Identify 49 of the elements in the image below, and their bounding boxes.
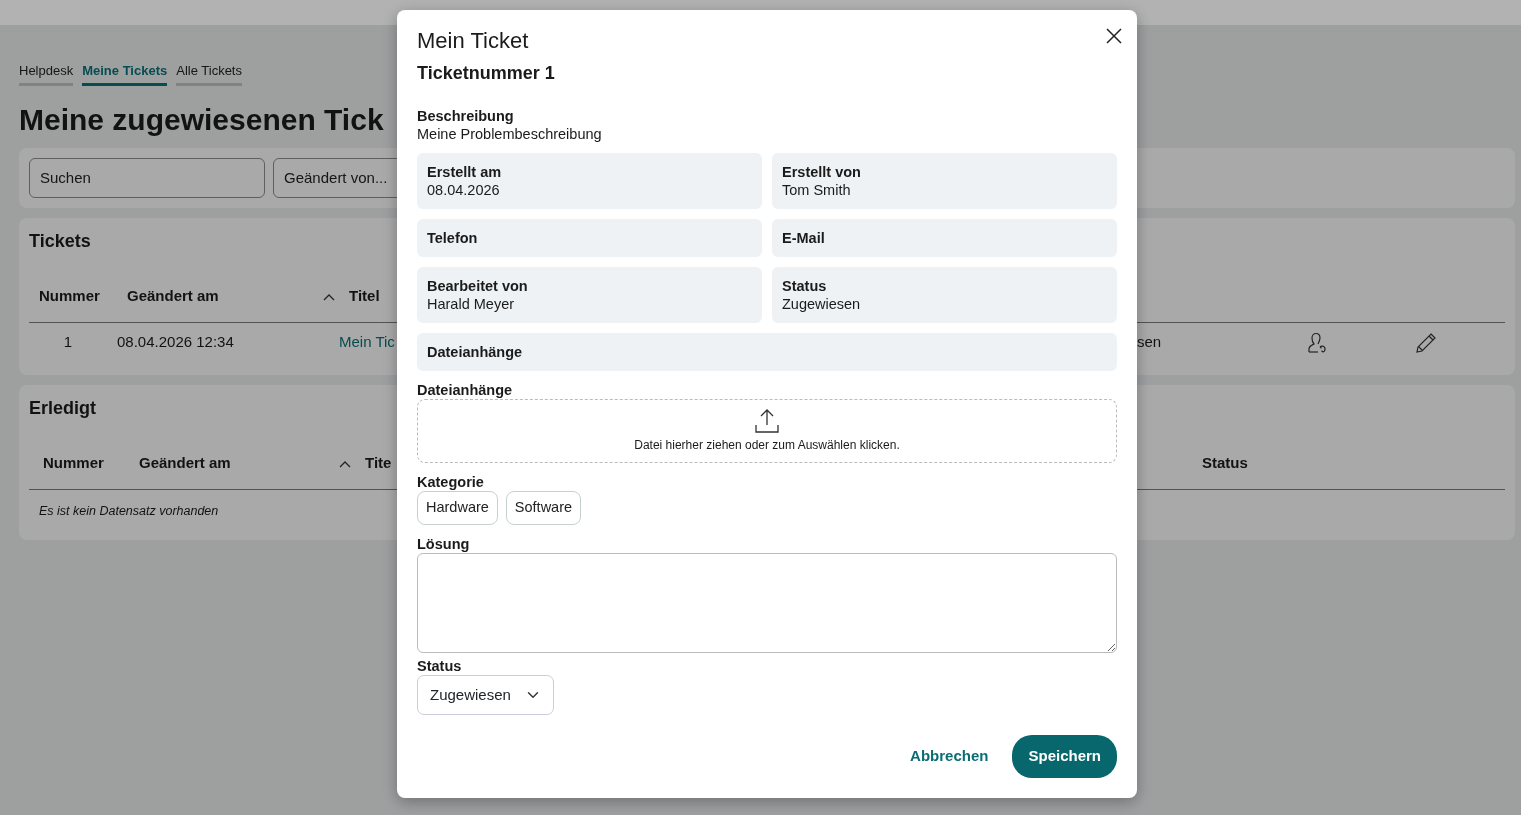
table-cell-text: 1 — [63, 332, 74, 353]
field-label: Dateianhänge — [427, 343, 524, 362]
pencil-icon — [1415, 332, 1437, 355]
nav-tab[interactable]: Helpdesk — [19, 61, 74, 86]
field-label: Lösung — [417, 535, 471, 554]
empty-message: Es ist kein Datensatz vorhanden — [38, 502, 220, 520]
field-value: Zugewiesen — [782, 295, 862, 314]
cancel-button[interactable]: Abbrechen — [904, 744, 995, 769]
save-button[interactable]: Speichern — [1012, 735, 1117, 778]
solution-field[interactable] — [417, 553, 1117, 654]
filter-field[interactable]: Suchen — [29, 157, 265, 198]
column-header[interactable]: Geändert am — [127, 284, 219, 308]
page-title: Meine zugewiesenen Tick — [19, 101, 384, 138]
column-header[interactable]: Nummer — [43, 451, 139, 475]
field-label: E-Mail — [782, 229, 826, 248]
field-value: Meine Problembeschreibung — [417, 125, 603, 144]
column-header[interactable]: Nummer — [39, 284, 127, 308]
field-label: Erstellt von — [782, 163, 862, 182]
status-select[interactable]: Zugewiesen — [417, 675, 554, 716]
field-label: Beschreibung — [417, 107, 515, 126]
category-chip[interactable]: Hardware — [417, 491, 498, 526]
field-value: 08.04.2026 — [427, 181, 501, 200]
field-label: Status — [417, 657, 463, 676]
section-title: Tickets — [29, 229, 91, 253]
field-label: Telefon — [427, 229, 479, 248]
category-chip[interactable]: Software — [505, 491, 582, 526]
field-value: Tom Smith — [782, 181, 852, 200]
ticket-link[interactable]: Mein Tic — [339, 331, 395, 354]
reassign-button[interactable] — [1305, 330, 1327, 355]
drop-hint: Datei hierher ziehen oder zum Auswählen klicken. — [634, 437, 900, 455]
person-icon — [1305, 332, 1327, 355]
field-label: Erstellt am — [427, 163, 503, 182]
field-label: Dateianhänge — [417, 381, 514, 400]
ticket-number: Ticketnummer 1 — [417, 62, 556, 86]
field-label: Status — [782, 277, 828, 296]
table-cell-text: sen — [1137, 332, 1162, 353]
field-value: Harald Meyer — [427, 295, 516, 314]
upload-icon — [754, 408, 780, 435]
field-label: Bearbeitet von — [427, 277, 529, 296]
section-title: Erledigt — [29, 396, 96, 420]
dialog-title: Mein Ticket — [417, 28, 529, 55]
close-icon — [1105, 27, 1123, 46]
nav-tab[interactable]: Alle Tickets — [176, 61, 242, 86]
column-header[interactable]: Status — [1202, 451, 1505, 475]
field-label: Kategorie — [417, 473, 485, 492]
table-cell-text: 08.04.2026 12:34 — [117, 332, 235, 353]
nav-tab[interactable]: Meine Tickets — [82, 61, 168, 86]
file-drop-zone[interactable]: Datei hierher ziehen oder zum Auswählen klicken. — [417, 399, 1117, 464]
column-header[interactable]: Geändert am — [139, 451, 231, 475]
